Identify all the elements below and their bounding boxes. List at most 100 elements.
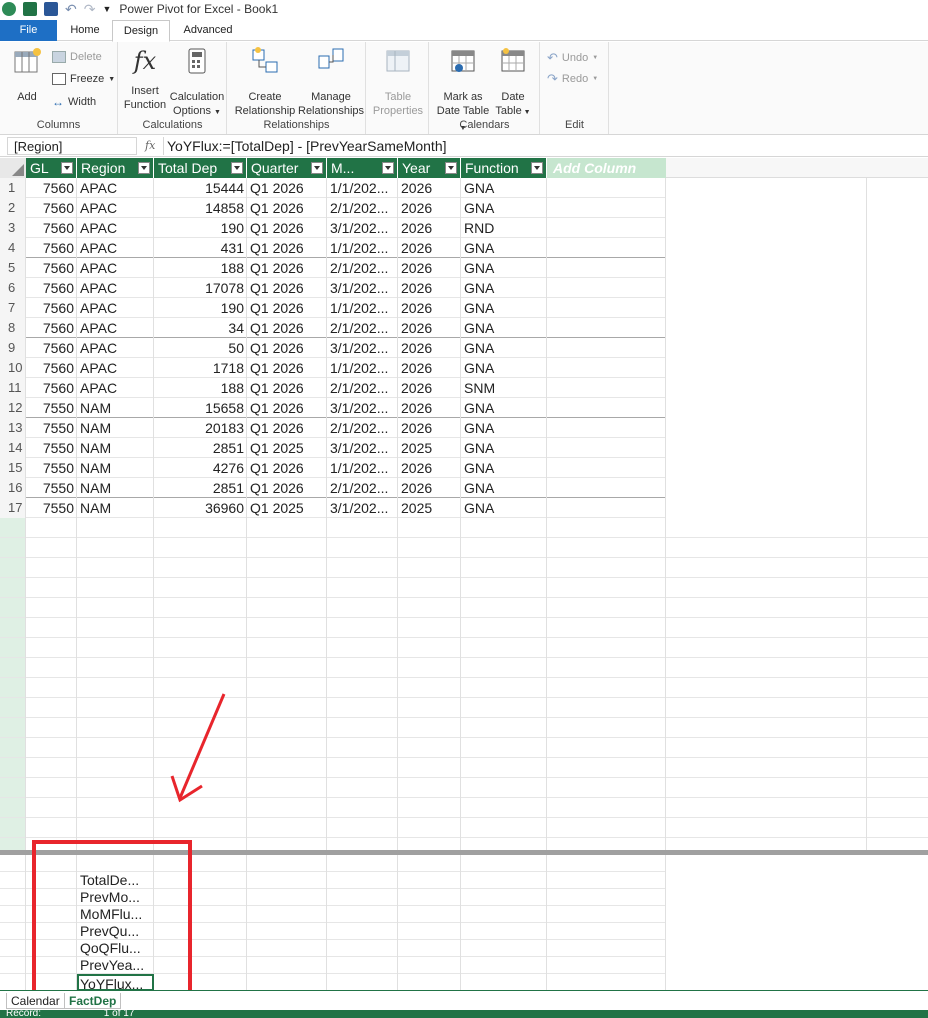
date-table-button[interactable]: Date Table ▼	[492, 46, 534, 120]
table-cell[interactable]: APAC	[77, 278, 154, 298]
table-cell[interactable]: 1/1/202...	[327, 298, 398, 318]
table-cell[interactable]: 7550	[26, 438, 77, 458]
table-cell[interactable]: Q1 2026	[247, 318, 327, 338]
table-cell[interactable]: Q1 2026	[247, 298, 327, 318]
table-cell[interactable]: 7560	[26, 238, 77, 258]
manage-relationships-button[interactable]: Manage Relationships	[298, 46, 364, 118]
filter-dropdown-icon[interactable]	[531, 162, 543, 174]
table-cell[interactable]: 34	[154, 318, 247, 338]
table-cell[interactable]: 190	[154, 218, 247, 238]
row-number[interactable]: 7	[0, 298, 26, 318]
table-cell[interactable]: APAC	[77, 358, 154, 378]
table-cell[interactable]: NAM	[77, 418, 154, 438]
table-cell[interactable]: GNA	[461, 278, 547, 298]
table-cell[interactable]: GNA	[461, 438, 547, 458]
row-number[interactable]: 1	[0, 178, 26, 198]
table-cell[interactable]: GNA	[461, 298, 547, 318]
table-cell[interactable]: APAC	[77, 238, 154, 258]
column-header-totaldep[interactable]: Total Dep	[154, 158, 247, 178]
table-cell[interactable]: 17078	[154, 278, 247, 298]
table-cell[interactable]: APAC	[77, 318, 154, 338]
table-cell[interactable]: 7550	[26, 418, 77, 438]
add-column-header[interactable]: Add Column	[547, 158, 666, 178]
tab-file[interactable]: File	[0, 20, 57, 41]
column-header-function[interactable]: Function	[461, 158, 547, 178]
table-cell[interactable]: GNA	[461, 338, 547, 358]
table-cell[interactable]: 188	[154, 258, 247, 278]
table-cell[interactable]: APAC	[77, 298, 154, 318]
row-number[interactable]: 3	[0, 218, 26, 238]
save-icon[interactable]	[44, 2, 58, 16]
table-cell[interactable]: 7550	[26, 498, 77, 518]
row-number[interactable]: 17	[0, 498, 26, 518]
column-header-year[interactable]: Year	[398, 158, 461, 178]
row-number[interactable]: 6	[0, 278, 26, 298]
table-cell[interactable]: NAM	[77, 438, 154, 458]
table-cell[interactable]: 2025	[398, 498, 461, 518]
table-cell[interactable]: 190	[154, 298, 247, 318]
table-cell[interactable]: Q1 2026	[247, 478, 327, 498]
table-cell[interactable]: 1/1/202...	[327, 238, 398, 258]
row-number[interactable]: 13	[0, 418, 26, 438]
table-cell[interactable]: 2/1/202...	[327, 378, 398, 398]
table-cell[interactable]: 7560	[26, 298, 77, 318]
table-cell[interactable]: 2026	[398, 378, 461, 398]
table-cell[interactable]: 2/1/202...	[327, 258, 398, 278]
table-cell[interactable]: GNA	[461, 398, 547, 418]
table-cell[interactable]: GNA	[461, 358, 547, 378]
table-cell[interactable]: 3/1/202...	[327, 338, 398, 358]
table-cell[interactable]: GNA	[461, 418, 547, 438]
add-column-button[interactable]: Add	[8, 46, 46, 104]
row-number[interactable]: 16	[0, 478, 26, 498]
table-cell[interactable]: 2025	[398, 438, 461, 458]
table-cell[interactable]: Q1 2026	[247, 238, 327, 258]
table-cell[interactable]: 15444	[154, 178, 247, 198]
column-header-quarter[interactable]: Quarter	[247, 158, 327, 178]
table-properties-button[interactable]: Table Properties	[369, 46, 427, 118]
redo-icon[interactable]: ↷	[84, 1, 96, 18]
table-cell[interactable]: 3/1/202...	[327, 498, 398, 518]
row-number[interactable]: 10	[0, 358, 26, 378]
select-all-corner[interactable]	[0, 158, 26, 178]
table-cell[interactable]: 2026	[398, 298, 461, 318]
tab-home[interactable]: Home	[61, 20, 109, 41]
column-header-gl[interactable]: GL	[26, 158, 77, 178]
undo-button[interactable]: ↶ Undo ▼	[547, 50, 598, 66]
table-cell[interactable]: Q1 2026	[247, 378, 327, 398]
table-cell[interactable]: RND	[461, 218, 547, 238]
filter-dropdown-icon[interactable]	[231, 162, 243, 174]
table-cell[interactable]: 2026	[398, 178, 461, 198]
table-cell[interactable]: 20183	[154, 418, 247, 438]
table-cell[interactable]: Q1 2026	[247, 278, 327, 298]
table-cell[interactable]: 2026	[398, 198, 461, 218]
row-number[interactable]: 15	[0, 458, 26, 478]
table-cell[interactable]: 14858	[154, 198, 247, 218]
table-cell[interactable]: GNA	[461, 198, 547, 218]
table-cell[interactable]: 4276	[154, 458, 247, 478]
table-cell[interactable]: 2026	[398, 478, 461, 498]
table-cell[interactable]: GNA	[461, 458, 547, 478]
table-cell[interactable]: 3/1/202...	[327, 398, 398, 418]
row-number[interactable]: 11	[0, 378, 26, 398]
table-cell[interactable]: 2/1/202...	[327, 318, 398, 338]
table-cell[interactable]: 431	[154, 238, 247, 258]
table-cell[interactable]: NAM	[77, 458, 154, 478]
table-cell[interactable]: 2026	[398, 358, 461, 378]
table-cell[interactable]: Q1 2026	[247, 398, 327, 418]
table-cell[interactable]: GNA	[461, 238, 547, 258]
table-cell[interactable]: 2026	[398, 338, 461, 358]
table-cell[interactable]: Q1 2026	[247, 258, 327, 278]
table-cell[interactable]: APAC	[77, 338, 154, 358]
undo-icon[interactable]: ↶	[65, 1, 77, 18]
table-cell[interactable]: 1718	[154, 358, 247, 378]
table-cell[interactable]: 7560	[26, 258, 77, 278]
table-cell[interactable]: 2026	[398, 218, 461, 238]
calculation-options-button[interactable]: Calculation Options ▼	[169, 46, 225, 120]
table-cell[interactable]: Q1 2026	[247, 458, 327, 478]
row-number[interactable]: 9	[0, 338, 26, 358]
table-cell[interactable]: 1/1/202...	[327, 458, 398, 478]
table-cell[interactable]: Q1 2026	[247, 338, 327, 358]
insert-function-button[interactable]: fx Insert Function	[123, 46, 167, 112]
row-number[interactable]: 12	[0, 398, 26, 418]
table-cell[interactable]: 1/1/202...	[327, 178, 398, 198]
